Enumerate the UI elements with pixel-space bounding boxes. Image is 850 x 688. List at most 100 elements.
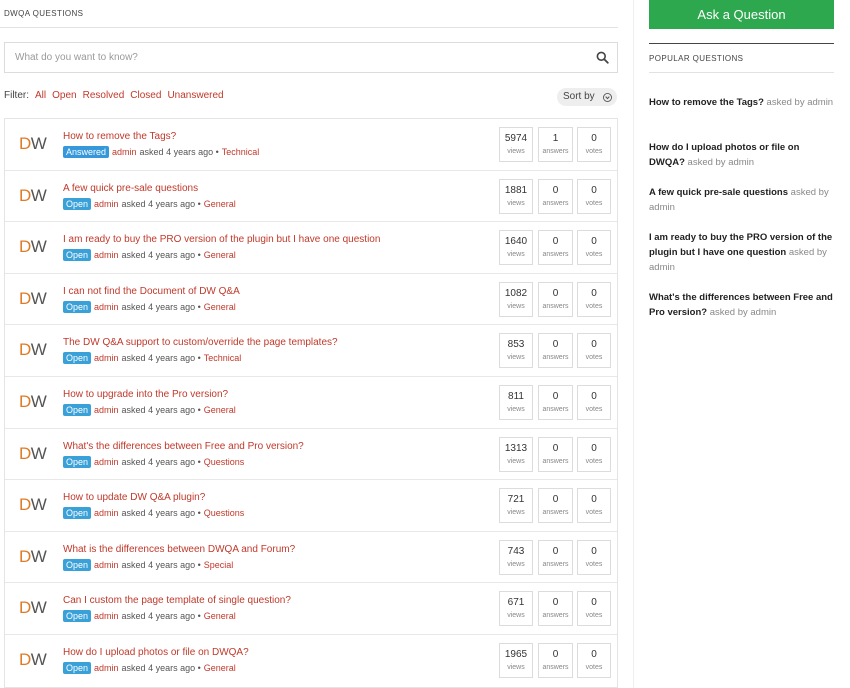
category-link[interactable]: General [204,663,236,673]
avatar-letter-first: D [19,185,31,205]
question-row: DW How to upgrade into the Pro version? … [5,377,617,429]
avatar-letter-second: W [30,546,47,566]
avatar: DW [19,185,47,206]
filter-all[interactable]: All [35,90,46,101]
category-link[interactable]: Technical [222,147,260,157]
votes-label: votes [585,148,603,155]
views-count: 743 views [499,539,533,575]
votes-number: 0 [591,184,597,196]
views-label: views [507,560,525,568]
avatar-letter-second: W [30,391,47,411]
author-link[interactable]: admin [112,147,137,157]
avatar-letter-first: D [19,649,31,669]
author-link[interactable]: admin [94,457,119,467]
status-badge: Open [63,403,92,416]
asked-text: asked 4 years ago • [121,662,201,673]
asked-text: asked 4 years ago • [121,250,201,261]
asked-text: asked 4 years ago • [121,404,201,415]
author-link[interactable]: admin [94,611,119,621]
category-link[interactable]: General [204,250,236,260]
question-title-link[interactable]: How do I upload photos or file on DWQA? [63,647,249,658]
divider [649,72,834,73]
filter-label: Filter: [4,90,29,101]
status-badge: Open [63,455,92,468]
author-link[interactable]: admin [94,353,119,363]
search-box[interactable] [4,42,618,73]
views-number: 5974 [504,133,528,144]
author-link[interactable]: admin [94,250,119,260]
avatar-letter-second: W [30,185,47,205]
author-link[interactable]: admin [94,199,119,209]
category-link[interactable]: General [204,405,236,415]
votes-number: 0 [591,287,597,299]
category-link[interactable]: Technical [204,353,242,363]
filter-resolved[interactable]: Resolved [83,90,125,101]
views-count: 671 views [499,591,533,627]
filter-open[interactable]: Open [52,90,76,101]
votes-label: votes [585,405,603,413]
author-link[interactable]: admin [94,560,119,570]
divider [649,43,834,44]
answers-count: 0 answers [538,642,573,678]
ask-question-button[interactable]: Ask a Question [649,0,834,29]
answers-number: 0 [552,648,559,660]
question-title-link[interactable]: How to upgrade into the Pro version? [63,389,228,400]
answers-count: 0 answers [538,230,573,266]
avatar-letter-second: W [30,495,47,515]
question-meta: Open admin asked 4 years ago • General [63,661,236,674]
avatar-letter-first: D [19,237,31,257]
avatar: DW [19,289,47,309]
search-input[interactable] [5,43,585,72]
answers-label: answers [542,612,569,620]
author-link[interactable]: admin [94,508,119,518]
question-title-link[interactable]: Can I custom the page template of single… [63,595,291,606]
question-meta: Answered admin asked 4 years ago • Techn… [63,146,259,158]
avatar-letter-second: W [30,649,47,669]
category-link[interactable]: Special [204,560,234,570]
category-link[interactable]: General [204,199,236,209]
category-link[interactable]: General [204,611,236,621]
status-badge: Open [63,300,92,313]
question-title-link[interactable]: What is the differences between DWQA and… [63,544,295,555]
popular-question-item: I am ready to buy the PRO version of the… [649,230,834,275]
author-link[interactable]: admin [94,663,119,673]
page-title: DWQA QUESTIONS [4,9,84,18]
question-title-link[interactable]: A few quick pre-sale questions [63,183,198,194]
votes-count: 0 votes [577,591,611,627]
avatar: DW [19,649,47,670]
answers-label: answers [542,148,569,155]
votes-count: 0 votes [577,436,611,472]
question-title-link[interactable]: How to remove the Tags? [63,131,176,142]
author-link[interactable]: admin [94,302,119,312]
votes-number: 0 [591,442,597,454]
asked-by-text: asked by admin [766,97,834,108]
votes-count: 0 votes [577,281,611,317]
question-title-link[interactable]: The DW Q&A support to custom/override th… [63,337,338,348]
answers-number: 0 [552,184,559,196]
votes-count: 0 votes [577,384,611,420]
category-link[interactable]: General [204,302,236,312]
question-title-link[interactable]: How to update DW Q&A plugin? [63,492,205,503]
popular-question-link[interactable]: A few quick pre-sale questions [649,187,788,198]
question-title-link[interactable]: I am ready to buy the PRO version of the… [63,234,380,245]
votes-number: 0 [591,494,597,506]
popular-question-link[interactable]: How to remove the Tags? [649,97,764,108]
question-row: DW How do I upload photos or file on DWQ… [5,635,617,687]
answers-label: answers [542,509,569,517]
question-row: DW Can I custom the page template of sin… [5,583,617,635]
question-title-link[interactable]: What's the differences between Free and … [63,441,304,452]
answers-label: answers [542,457,569,465]
filter-unanswered[interactable]: Unanswered [167,90,223,101]
search-icon[interactable] [596,51,609,64]
sort-dropdown[interactable]: Sort by [557,88,617,106]
category-link[interactable]: Questions [204,508,245,518]
votes-label: votes [585,354,603,362]
category-link[interactable]: Questions [204,457,245,467]
votes-count: 0 votes [577,230,611,266]
answers-count: 0 answers [538,333,573,369]
votes-number: 0 [591,133,597,144]
status-badge: Open [63,352,92,365]
filter-closed[interactable]: Closed [130,90,161,101]
author-link[interactable]: admin [94,405,119,415]
question-title-link[interactable]: I can not find the Document of DW Q&A [63,286,240,297]
